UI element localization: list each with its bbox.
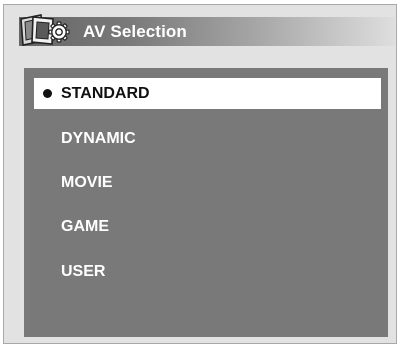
selected-bullet-icon	[43, 89, 52, 98]
menu-item-label: MOVIE	[61, 174, 113, 191]
title-bar: AV Selection	[19, 17, 395, 46]
menu-item-movie[interactable]: MOVIE	[34, 167, 381, 198]
menu-item-dynamic[interactable]: DYNAMIC	[34, 123, 381, 154]
menu-item-label: GAME	[61, 218, 109, 235]
window-title: AV Selection	[83, 22, 187, 41]
menu-item-game[interactable]: GAME	[34, 211, 381, 242]
av-settings-gear-icon	[20, 14, 70, 46]
menu-item-label: STANDARD	[61, 85, 150, 102]
menu-item-user[interactable]: USER	[34, 256, 381, 287]
menu-item-label: USER	[61, 263, 106, 280]
menu-item-standard[interactable]: STANDARD	[34, 78, 381, 109]
menu-item-label: DYNAMIC	[61, 130, 136, 147]
